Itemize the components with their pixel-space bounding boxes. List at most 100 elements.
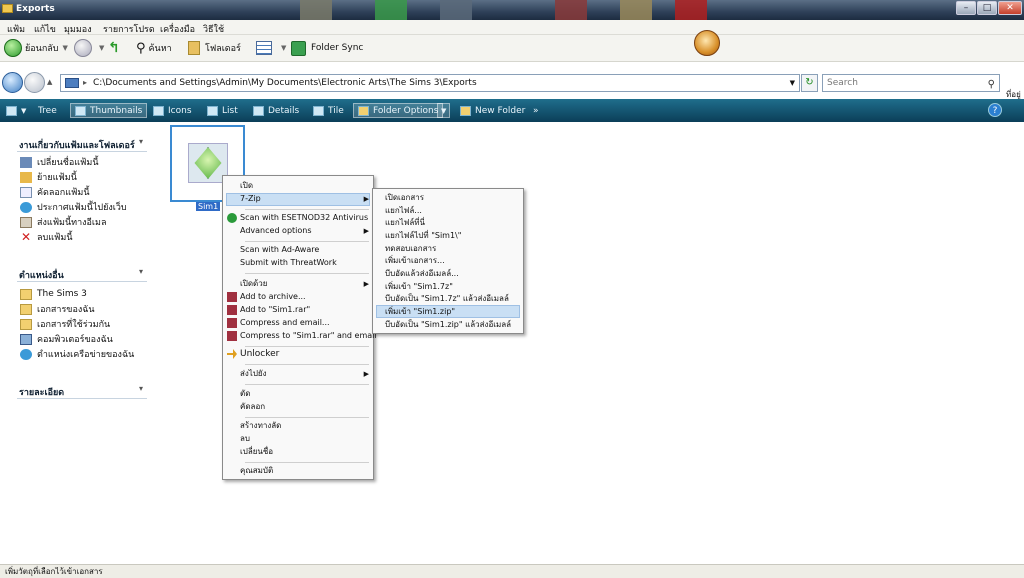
up-button[interactable]: ↰: [108, 39, 120, 57]
menu-rename[interactable]: เปลี่ยนชื่อ: [240, 446, 273, 458]
place-my-computer[interactable]: คอมพิวเตอร์ของฉัน: [20, 333, 113, 345]
chevron-down-icon: ▼: [441, 106, 447, 115]
menu-7zip[interactable]: 7-Zip: [240, 193, 261, 205]
details-title[interactable]: รายละเอียด: [19, 385, 64, 399]
folder-options-dropdown[interactable]: ▼: [437, 103, 451, 118]
chevron-down-icon[interactable]: ▼: [790, 75, 795, 91]
folders-button[interactable]: โฟลเดอร์: [188, 39, 241, 57]
menu-properties[interactable]: คุณสมบัติ: [240, 465, 273, 477]
view-thumbnails-button[interactable]: Thumbnails: [70, 103, 148, 118]
eset-icon: [227, 213, 237, 223]
view-more-button[interactable]: »: [533, 103, 539, 118]
close-button[interactable]: ✕: [998, 1, 1022, 15]
nav-back-icon[interactable]: [2, 72, 23, 93]
7z-add-to-7z[interactable]: เพิ่มเข้า "Sim1.7z": [385, 281, 453, 293]
place-network[interactable]: ตำแหน่งเครือข่ายของฉัน: [20, 348, 134, 360]
7z-add-to-zip[interactable]: เพิ่มเข้า "Sim1.zip": [385, 306, 455, 318]
view-tree-button[interactable]: Tree: [38, 103, 57, 118]
task-delete[interactable]: ✕ ลบแฟ้มนี้: [20, 231, 73, 244]
forward-button[interactable]: ▼: [74, 39, 104, 57]
menu-submit-threatwork[interactable]: Submit with ThreatWork: [240, 257, 337, 269]
task-move[interactable]: ย้ายแฟ้มนี้: [20, 171, 77, 183]
7z-add-to-archive[interactable]: เพิ่มเข้าเอกสาร...: [385, 255, 445, 267]
layout-menu-button[interactable]: ▼: [6, 103, 26, 118]
view-list-button[interactable]: List: [207, 103, 238, 118]
menu-separator: [245, 209, 369, 210]
file-tasks-title[interactable]: งานเกี่ยวกับแฟ้มและโฟลเดอร์: [19, 138, 135, 152]
menu-advanced-options[interactable]: Advanced options: [240, 225, 312, 237]
7z-compress-email[interactable]: บีบอัดแล้วส่งอีเมลล์...: [385, 268, 459, 280]
task-pane: งานเกี่ยวกับแฟ้มและโฟลเดอร์ ▾ เปลี่ยนชื่…: [0, 124, 165, 564]
menu-open-with[interactable]: เปิดด้วย: [240, 278, 267, 290]
copy-icon: [20, 186, 32, 198]
refresh-button[interactable]: ↻: [801, 74, 818, 92]
view-icons-button[interactable]: Icons: [153, 103, 192, 118]
menu-view[interactable]: มุมมอง: [64, 22, 92, 36]
collapse-icon[interactable]: ▾: [139, 137, 143, 146]
task-copy[interactable]: คัดลอกแฟ้มนี้: [20, 186, 90, 198]
search-icon[interactable]: ⚲: [988, 77, 995, 93]
menu-edit[interactable]: แก้ไข: [34, 22, 56, 36]
7z-open-archive[interactable]: เปิดเอกสาร: [385, 192, 424, 204]
folder-sync-button[interactable]: Folder Sync: [291, 39, 363, 57]
menu-bar: แฟ้ม แก้ไข มุมมอง รายการโปรด เครื่องมือ …: [0, 20, 1024, 35]
collapse-icon[interactable]: ▾: [139, 384, 143, 393]
task-label: ส่งแฟ้มนี้ทางอีเมล: [37, 218, 107, 228]
menu-create-shortcut[interactable]: สร้างทางลัด: [240, 420, 281, 432]
menu-add-to-archive[interactable]: Add to archive...: [240, 291, 306, 303]
7z-extract-to-folder[interactable]: แยกไฟล์ไปที่ "Sim1\": [385, 230, 461, 242]
address-input[interactable]: ▸ C:\Documents and Settings\Admin\My Doc…: [60, 74, 800, 92]
menu-scan-eset[interactable]: Scan with ESETNOD32 Antivirus: [240, 212, 368, 224]
task-label: ลบแฟ้มนี้: [37, 233, 73, 243]
place-my-documents[interactable]: เอกสารของฉัน: [20, 303, 95, 315]
new-folder-icon: [460, 105, 471, 116]
more-label: »: [533, 105, 539, 116]
other-places-title[interactable]: ตำแหน่งอื่น: [19, 268, 64, 282]
computer-icon: [20, 333, 32, 345]
task-rename[interactable]: เปลี่ยนชื่อแฟ้มนี้: [20, 156, 99, 168]
magnifier-icon: ⚲: [136, 40, 146, 56]
view-details-button[interactable]: Details: [253, 103, 299, 118]
nav-forward-icon[interactable]: [24, 72, 45, 93]
menu-scan-adaware[interactable]: Scan with Ad-Aware: [240, 244, 319, 256]
menu-compress-email[interactable]: Compress and email...: [240, 317, 330, 329]
search-input[interactable]: Search ⚲: [822, 74, 1000, 92]
back-button[interactable]: ย้อนกลับ ▼: [4, 39, 68, 57]
views-button[interactable]: ▼: [256, 39, 286, 57]
menu-favorites[interactable]: รายการโปรด: [103, 22, 155, 36]
minimize-button[interactable]: –: [956, 1, 976, 15]
task-publish[interactable]: ประกาศแฟ้มนี้ไปยังเว็บ: [20, 201, 127, 213]
7z-test-archive[interactable]: ทดสอบเอกสาร: [385, 243, 436, 255]
menu-separator: [245, 364, 369, 365]
menu-unlocker[interactable]: Unlocker: [240, 348, 279, 360]
place-the-sims-3[interactable]: The Sims 3: [20, 288, 87, 300]
maximize-button[interactable]: □: [977, 1, 997, 15]
new-folder-button[interactable]: New Folder: [460, 103, 525, 118]
7z-compress-7z-email[interactable]: บีบอัดเป็น "Sim1.7z" แล้วส่งอีเมลล์: [385, 293, 509, 305]
file-name-label[interactable]: Sim1: [196, 202, 221, 211]
7z-extract-here[interactable]: แยกไฟล์ที่นี่: [385, 217, 425, 229]
task-email[interactable]: ส่งแฟ้มนี้ทางอีเมล: [20, 216, 106, 228]
menu-cut[interactable]: ตัด: [240, 388, 250, 400]
help-icon[interactable]: ?: [988, 103, 1002, 117]
menu-add-to-rar[interactable]: Add to "Sim1.rar": [240, 304, 310, 316]
view-tile-label: Tile: [328, 105, 344, 116]
menu-delete[interactable]: ลบ: [240, 433, 250, 445]
7z-compress-zip-email[interactable]: บีบอัดเป็น "Sim1.zip" แล้วส่งอีเมลล์: [385, 319, 511, 331]
place-shared-documents[interactable]: เอกสารที่ใช้ร่วมกัน: [20, 318, 110, 330]
place-label: เอกสารของฉัน: [37, 305, 95, 315]
menu-tools[interactable]: เครื่องมือ: [160, 22, 195, 36]
menu-help[interactable]: วิธีใช้: [203, 22, 224, 36]
menu-compress-rar-email[interactable]: Compress to "Sim1.rar" and email: [240, 330, 377, 342]
folder-options-button[interactable]: Folder Options: [353, 103, 444, 118]
nav-history-icon[interactable]: ▲: [47, 78, 52, 86]
view-tile-button[interactable]: Tile: [313, 103, 344, 118]
search-button[interactable]: ⚲ ค้นหา: [136, 39, 172, 57]
menu-open[interactable]: เปิด: [240, 180, 253, 192]
7z-extract-files[interactable]: แยกไฟล์...: [385, 205, 422, 217]
taskbar-thumb-icon: [555, 0, 587, 20]
collapse-icon[interactable]: ▾: [139, 267, 143, 276]
menu-send-to[interactable]: ส่งไปยัง: [240, 368, 266, 380]
menu-copy[interactable]: คัดลอก: [240, 401, 265, 413]
menu-file[interactable]: แฟ้ม: [7, 22, 25, 36]
